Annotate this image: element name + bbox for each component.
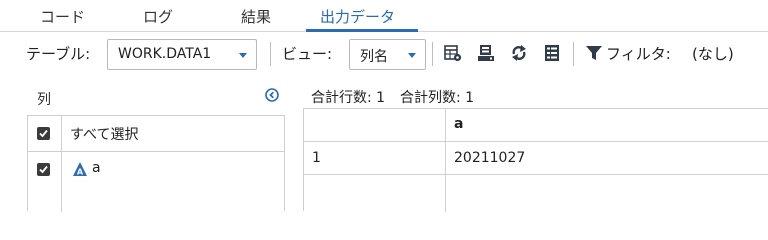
output-data-toolbar: テーブル: WORK.DATA1 ビュー: 列名 フィルタ: (なし) <box>0 33 768 77</box>
table-cell[interactable]: 20211027 <box>446 142 768 174</box>
tab-log[interactable]: ログ <box>143 6 173 30</box>
chevron-down-icon <box>408 53 416 58</box>
select-all-label: すべて選択 <box>70 127 139 143</box>
select-all-checkbox[interactable] <box>37 127 50 140</box>
table-select-value: WORK.DATA1 <box>118 46 212 62</box>
checkmark-icon <box>39 165 48 174</box>
collapse-panel-icon[interactable] <box>265 88 279 102</box>
result-summary: 合計行数: 1 合計列数: 1 <box>311 87 474 107</box>
column-list: すべて選択 A a <box>27 115 285 212</box>
select-all-row[interactable]: すべて選択 <box>28 116 284 152</box>
view-select[interactable]: 列名 <box>349 39 426 70</box>
tab-code[interactable]: コード <box>40 6 85 30</box>
grid-header-row: a <box>304 109 768 142</box>
table-row: 1 20211027 <box>304 142 768 175</box>
table-select[interactable]: WORK.DATA1 <box>107 39 257 70</box>
filter-value: (なし) <box>692 45 734 63</box>
tab-output-data[interactable]: 出力データ <box>320 6 395 30</box>
total-columns: 合計列数: 1 <box>399 90 475 106</box>
column-item-a[interactable]: A a <box>28 152 284 212</box>
svg-text:A: A <box>77 168 84 177</box>
checkbox-cell <box>28 152 62 212</box>
column-a-label: a <box>92 160 101 176</box>
table-label: テーブル: <box>26 45 91 63</box>
row-number-cell: 1 <box>304 142 446 174</box>
columns-panel-title: 列 <box>37 92 51 108</box>
toolbar-divider <box>573 42 574 66</box>
view-label: ビュー: <box>282 45 333 63</box>
view-select-value: 列名 <box>360 49 388 65</box>
tab-bar: コード ログ 結果 出力データ <box>0 0 768 32</box>
filter-label: フィルタ: <box>606 45 671 63</box>
data-grid: a 1 20211027 <box>303 108 768 212</box>
chevron-down-icon <box>239 53 247 58</box>
toolbar-divider <box>270 42 271 66</box>
toolbar-divider <box>432 42 433 66</box>
checkbox-cell <box>28 116 62 152</box>
refresh-icon[interactable] <box>510 44 528 62</box>
column-list-icon[interactable] <box>543 44 561 62</box>
row-number-header <box>304 109 446 141</box>
active-tab-indicator <box>306 29 418 32</box>
column-header-a[interactable]: a <box>446 109 768 141</box>
row-header-column <box>304 175 446 212</box>
table-properties-icon[interactable] <box>444 44 462 62</box>
filter-icon[interactable] <box>585 44 603 62</box>
checkmark-icon <box>39 129 48 138</box>
tab-results[interactable]: 結果 <box>241 6 271 30</box>
numeric-type-icon: A <box>73 162 87 177</box>
total-rows: 合計行数: 1 <box>311 90 386 106</box>
column-a-checkbox[interactable] <box>37 163 50 176</box>
data-view-icon[interactable] <box>477 44 495 62</box>
